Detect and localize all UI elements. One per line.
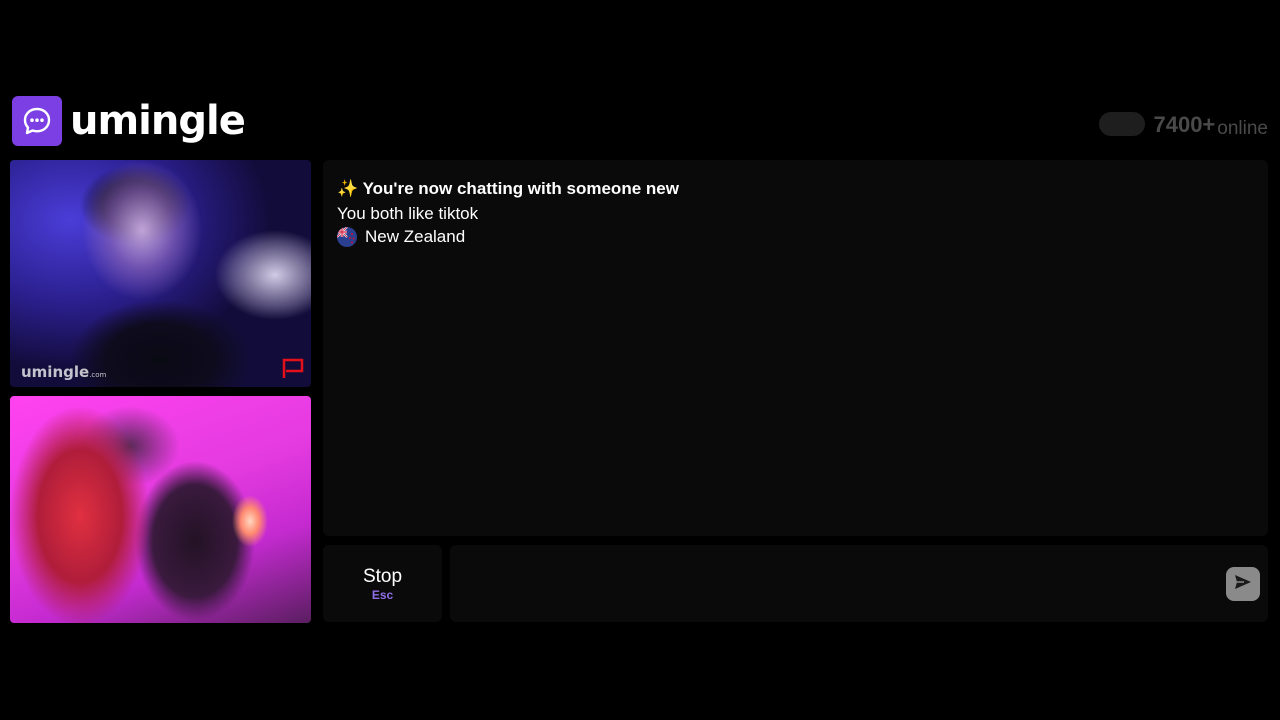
message-box bbox=[450, 545, 1268, 624]
logo-chat-bubble-icon bbox=[12, 96, 62, 146]
online-label: online bbox=[1217, 118, 1268, 139]
stranger-video: umingle.com bbox=[10, 160, 311, 387]
logo-text[interactable]: umingle bbox=[70, 92, 246, 150]
online-count: 7400+ bbox=[1153, 112, 1216, 137]
stop-shortcut-hint: Esc bbox=[371, 587, 394, 602]
stop-label: Stop bbox=[362, 565, 403, 587]
online-toggle[interactable] bbox=[1099, 112, 1146, 136]
self-video bbox=[10, 396, 311, 623]
send-button[interactable] bbox=[1226, 567, 1260, 601]
app-page: umingle 7400+ online umingle.com ✨ You'r… bbox=[0, 0, 1280, 720]
online-indicator: 7400+ online bbox=[1099, 104, 1268, 140]
stop-button[interactable]: Stop Esc bbox=[323, 545, 442, 622]
new-zealand-flag-icon bbox=[337, 227, 357, 247]
country-message: New Zealand bbox=[337, 226, 465, 248]
report-flag-icon[interactable] bbox=[281, 357, 305, 379]
send-icon bbox=[1233, 573, 1253, 596]
country-name: New Zealand bbox=[365, 227, 466, 246]
watermark-main: umingle bbox=[21, 363, 90, 381]
common-interest-message: You both like tiktok bbox=[337, 204, 479, 223]
chat-status-message: ✨ You're now chatting with someone new bbox=[337, 179, 679, 198]
watermark-suffix: .com bbox=[89, 371, 107, 379]
chat-panel: ✨ You're now chatting with someone new Y… bbox=[323, 160, 1268, 536]
video-watermark: umingle.com bbox=[21, 363, 106, 381]
message-input[interactable] bbox=[462, 545, 1216, 624]
